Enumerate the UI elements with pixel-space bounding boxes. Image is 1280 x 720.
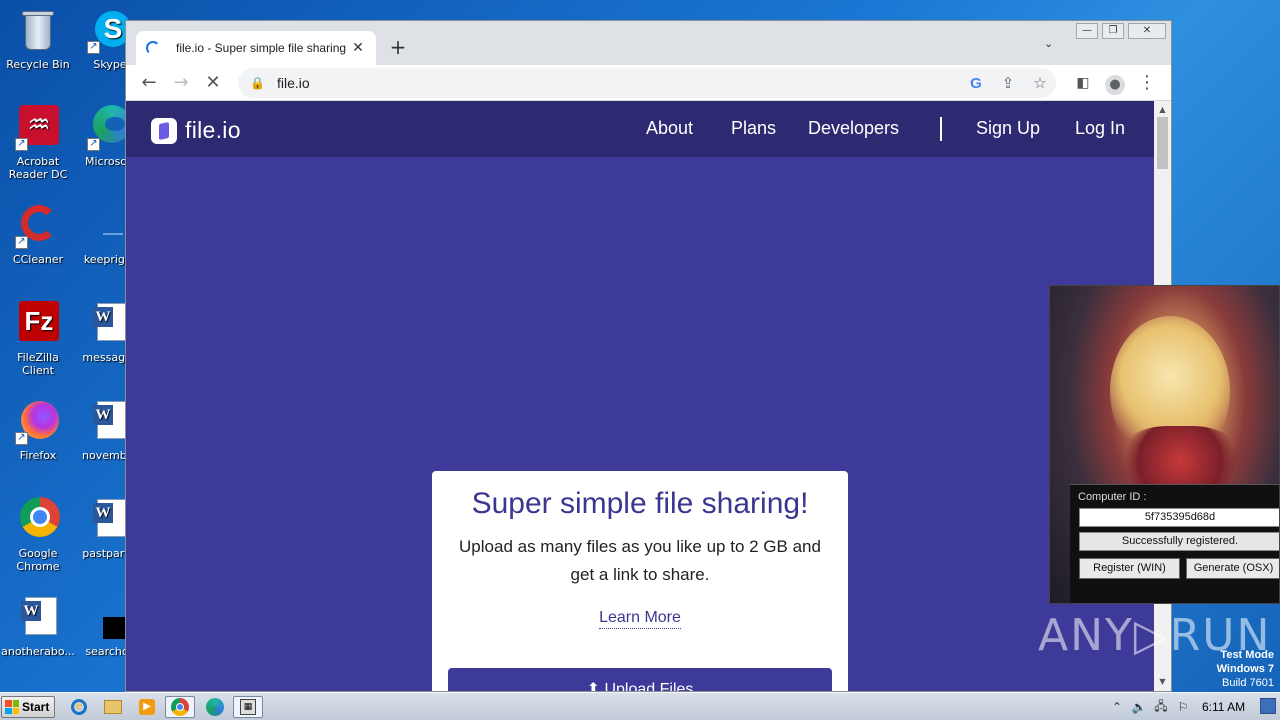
system-tray: ⌃ 🔈 🖧 ⚐ [1106, 693, 1194, 720]
tab-title: file.io - Super simple file sharing [176, 41, 347, 55]
keygen-panel: Computer ID : 5f735395d68d Successfully … [1070, 484, 1279, 603]
desktop-icon-label: Firefox [19, 449, 57, 462]
nav-plans[interactable]: Plans [731, 118, 776, 139]
google-lens-icon[interactable]: G [960, 75, 992, 92]
forward-arrow-icon[interactable]: → [170, 73, 192, 93]
ie-taskbar-icon[interactable]: e [64, 696, 94, 718]
site-logo[interactable]: file.io [151, 117, 241, 144]
acrobat-icon: ♒ ↗ [15, 105, 61, 151]
desktop-icon-label: CCleaner [12, 253, 64, 266]
file-io-logo-icon [151, 117, 177, 144]
desktop-icon-filezilla[interactable]: Fz FileZilla Client [0, 301, 76, 377]
stop-loading-icon[interactable]: ✕ [202, 73, 224, 93]
register-win-button[interactable]: Register (WIN) [1079, 558, 1180, 579]
share-icon[interactable]: ⇪ [992, 74, 1024, 92]
computer-id-field[interactable]: 5f735395d68d [1079, 508, 1279, 527]
build-label: Build 7601 [1222, 677, 1274, 689]
action-center-icon[interactable]: ⚐ [1172, 700, 1194, 714]
desktop-icon-acrobat[interactable]: ♒ ↗ Acrobat Reader DC [0, 105, 76, 181]
keygen-window: Computer ID : 5f735395d68d Successfully … [1049, 285, 1280, 604]
chrome-taskbar-icon[interactable] [165, 696, 195, 718]
desktop-icon-label: Google Chrome [16, 547, 60, 573]
firefox-icon: ↗ [15, 399, 61, 445]
tab-strip: file.io - Super simple file sharing ✕ + … [126, 21, 1171, 65]
desktop-icon-label: Recycle Bin [6, 58, 70, 71]
learn-more-link[interactable]: Learn More [599, 609, 681, 629]
show-desktop-button[interactable] [1260, 698, 1276, 714]
filezilla-icon: Fz [15, 301, 61, 347]
menu-kebab-icon[interactable]: ⋮ [1136, 73, 1158, 93]
recycle-bin-icon [15, 8, 61, 54]
nav-log-in[interactable]: Log In [1075, 118, 1125, 139]
scroll-down-icon[interactable]: ▼ [1154, 675, 1171, 689]
card-headline: Super simple file sharing! [471, 487, 809, 520]
desktop-icon-recycle-bin[interactable]: Recycle Bin [0, 8, 76, 71]
desktop-icon-firefox[interactable]: ↗ Firefox [0, 399, 76, 462]
tab-search-chevron-icon[interactable]: ⌄ [1044, 37, 1053, 50]
tab-close-icon[interactable]: ✕ [350, 40, 366, 56]
explorer-taskbar-icon[interactable] [98, 696, 128, 718]
desktop-icon-label: FileZilla Client [17, 351, 59, 377]
clock[interactable]: 6:11 AM [1202, 700, 1245, 714]
network-icon[interactable]: 🖧 [1150, 697, 1172, 718]
loading-spinner-icon [146, 41, 160, 55]
site-navbar: file.io About Plans Developers Sign Up L… [126, 101, 1154, 157]
windows-flag-icon [5, 700, 19, 714]
tab-file-io[interactable]: file.io - Super simple file sharing ✕ [136, 31, 376, 65]
desktop-icon-label: anotherabo... [1, 645, 75, 658]
status-field: Successfully registered. [1079, 532, 1279, 551]
bookmark-star-icon[interactable]: ☆ [1024, 74, 1056, 92]
restore-button[interactable]: ❐ [1102, 23, 1124, 39]
start-button[interactable]: Start [1, 696, 55, 718]
edge-taskbar-icon[interactable] [200, 696, 230, 718]
chrome-icon [15, 497, 61, 543]
test-mode-notice: Test Mode Windows 7 Build 7601 [1217, 648, 1274, 690]
ccleaner-icon: ↗ [15, 203, 61, 249]
chrome-window: file.io - Super simple file sharing ✕ + … [125, 20, 1172, 692]
profile-avatar-icon[interactable]: ● [1104, 73, 1126, 95]
side-panel-icon[interactable]: ◧ [1072, 73, 1094, 93]
keygen-taskbar-icon[interactable]: ▦ [233, 696, 263, 718]
logo-text: file.io [185, 117, 241, 143]
nav-sign-up[interactable]: Sign Up [976, 118, 1040, 139]
nav-about[interactable]: About [646, 118, 693, 139]
browser-toolbar: ← → ✕ 🔒 file.io G ⇪ ☆ ◧ ● ⋮ [126, 65, 1171, 101]
tray-expand-icon[interactable]: ⌃ [1106, 700, 1128, 714]
desktop-icon-ccleaner[interactable]: ↗ CCleaner [0, 203, 76, 266]
media-player-taskbar-icon[interactable]: ▶ [132, 696, 162, 718]
page-viewport: file.io About Plans Developers Sign Up L… [126, 101, 1154, 691]
minimize-button[interactable]: — [1076, 23, 1098, 39]
generate-osx-button[interactable]: Generate (OSX) [1186, 558, 1279, 579]
nav-divider [940, 117, 942, 141]
url-text[interactable]: file.io [277, 75, 960, 91]
volume-icon[interactable]: 🔈 [1128, 700, 1150, 714]
new-tab-button[interactable]: + [388, 35, 408, 59]
close-window-button[interactable]: ✕ [1128, 23, 1166, 39]
computer-id-label: Computer ID : [1078, 491, 1147, 503]
word-doc-icon: W [15, 595, 61, 641]
taskbar: Start e ▶ ▦ ⌃ 🔈 🖧 ⚐ 6:11 AM [0, 692, 1280, 720]
test-mode-label: Test Mode [1220, 649, 1274, 661]
address-bar[interactable]: 🔒 file.io G ⇪ ☆ [238, 68, 1056, 98]
back-arrow-icon[interactable]: ← [138, 73, 160, 93]
desktop-icon-chrome[interactable]: Google Chrome [0, 497, 76, 573]
desktop-icon-label: Acrobat Reader DC [8, 155, 68, 181]
scroll-thumb[interactable] [1157, 117, 1168, 169]
card-subtext: Upload as many files as you like up to 2… [459, 537, 821, 584]
scroll-up-icon[interactable]: ▲ [1154, 103, 1171, 117]
nav-developers[interactable]: Developers [808, 118, 899, 139]
upload-files-button[interactable]: ⬆ Upload Files [448, 668, 832, 691]
desktop-icon-anotherabo[interactable]: W anotherabo... [0, 595, 76, 658]
os-label: Windows 7 [1216, 663, 1274, 675]
start-label: Start [22, 700, 50, 714]
upload-card: Super simple file sharing! Upload as man… [432, 471, 848, 691]
lock-icon[interactable]: 🔒 [250, 76, 265, 90]
